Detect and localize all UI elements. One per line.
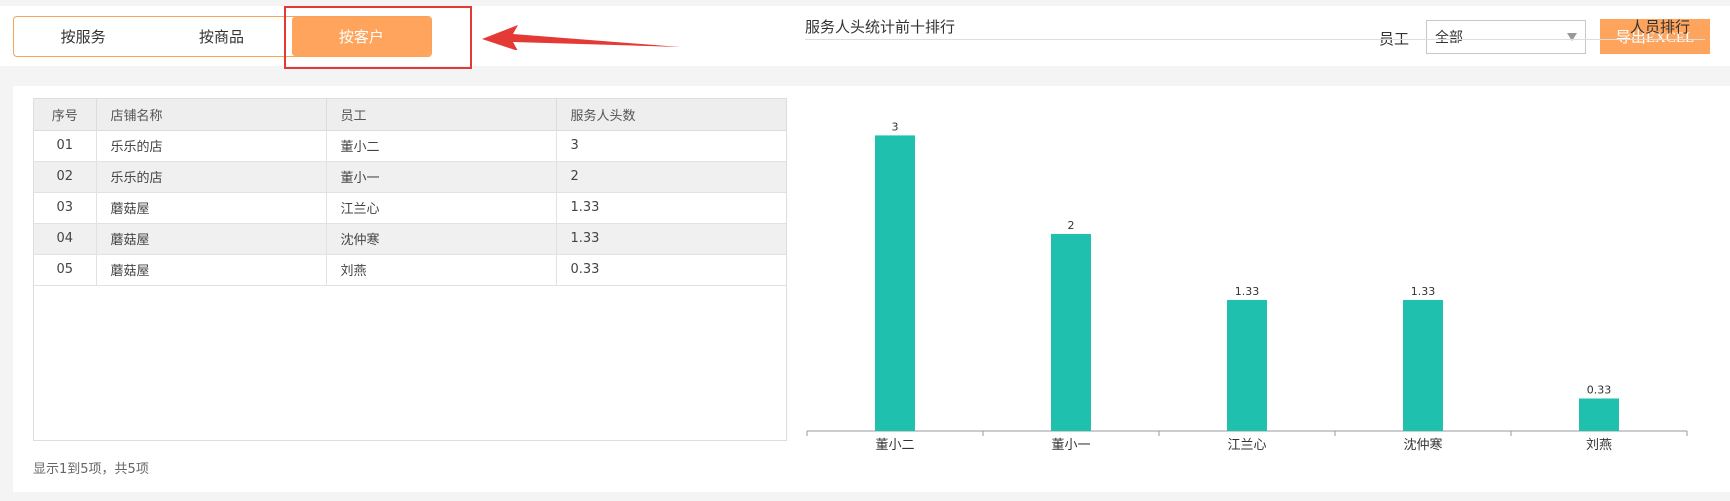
- table-row: 04 蘑菇屋 沈仲寒 1.33: [34, 223, 786, 255]
- cell-store: 蘑菇屋: [96, 192, 327, 224]
- bar: [1051, 233, 1091, 431]
- x-tick-label: 董小二: [875, 438, 914, 453]
- table-header-row: 序号 店铺名称 员工 服务人头数: [34, 99, 786, 131]
- x-tick-label: 江兰心: [1227, 438, 1266, 453]
- bar-value-label: 3: [892, 120, 899, 133]
- bar-value-label: 2: [1068, 219, 1075, 232]
- cell-index: 01: [34, 130, 97, 162]
- cell-headcount: 0.33: [556, 254, 786, 286]
- cell-headcount: 3: [556, 130, 786, 162]
- cell-index: 05: [34, 254, 97, 286]
- cell-index: 02: [34, 161, 97, 193]
- table-row: 02 乐乐的店 董小一 2: [34, 161, 786, 193]
- bar: [875, 135, 915, 431]
- chart-title: 服务人头统计前十排行: [805, 18, 956, 36]
- staff-ranking-link[interactable]: 人员排行: [1630, 16, 1690, 37]
- col-header-index[interactable]: 序号: [34, 99, 97, 131]
- table-row: 05 蘑菇屋 刘燕 0.33: [34, 254, 786, 286]
- bar-value-label: 1.33: [1411, 285, 1436, 298]
- cell-employee: 刘燕: [326, 254, 557, 286]
- x-tick-label: 沈仲寒: [1403, 437, 1442, 453]
- col-header-headcount[interactable]: 服务人头数: [556, 99, 786, 131]
- cell-employee: 董小二: [326, 130, 557, 162]
- bar: [1227, 299, 1267, 431]
- bar: [1403, 299, 1443, 431]
- x-tick-label: 董小一: [1051, 438, 1090, 453]
- annotation-arrow-icon: [482, 25, 680, 50]
- cell-store: 乐乐的店: [96, 130, 327, 162]
- col-header-store[interactable]: 店铺名称: [96, 99, 327, 131]
- annotation-highlight-box: [284, 6, 472, 69]
- cell-store: 乐乐的店: [96, 161, 327, 193]
- cell-headcount: 1.33: [556, 192, 786, 224]
- tab-by-product[interactable]: 按商品: [152, 17, 290, 56]
- cell-headcount: 2: [556, 161, 786, 193]
- cell-employee: 沈仲寒: [326, 223, 557, 255]
- cell-employee: 江兰心: [326, 192, 557, 224]
- data-table: 序号 店铺名称 员工 服务人头数 01 乐乐的店 董小二 3 02 乐乐的店 董…: [34, 99, 786, 286]
- col-header-employee[interactable]: 员工: [326, 99, 557, 131]
- cell-employee: 董小一: [326, 161, 557, 193]
- bar: [1579, 398, 1619, 431]
- cell-index: 03: [34, 192, 97, 224]
- bar-chart: 3 董小二 2 董小一 1.33 江兰心 1.33 沈仲寒 0.33 刘燕: [806, 120, 1688, 453]
- table-row: 03 蘑菇屋 江兰心 1.33: [34, 192, 786, 224]
- cell-index: 04: [34, 223, 97, 255]
- cell-store: 蘑菇屋: [96, 223, 327, 255]
- bar-value-label: 1.33: [1235, 285, 1260, 298]
- cell-headcount: 1.33: [556, 223, 786, 255]
- tab-by-service[interactable]: 按服务: [14, 17, 152, 56]
- bar-value-label: 0.33: [1587, 383, 1612, 396]
- data-table-container: 序号 店铺名称 员工 服务人头数 01 乐乐的店 董小二 3 02 乐乐的店 董…: [33, 98, 787, 441]
- pagination-info: 显示1到5项，共5项: [33, 462, 149, 477]
- table-row: 01 乐乐的店 董小二 3: [34, 130, 786, 162]
- cell-store: 蘑菇屋: [96, 254, 327, 286]
- x-tick-label: 刘燕: [1586, 438, 1612, 453]
